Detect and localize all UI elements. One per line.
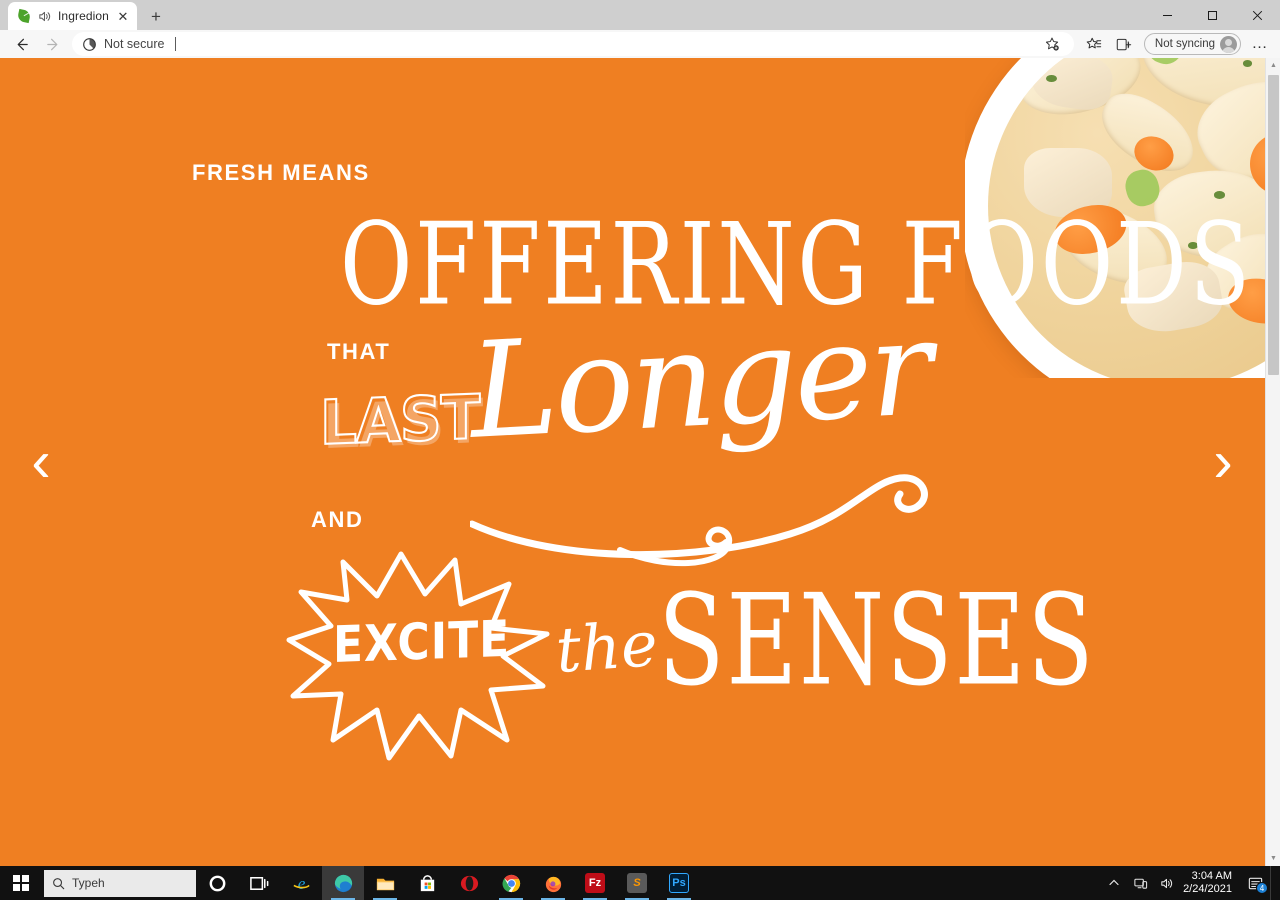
taskbar-app-file-explorer[interactable]: [364, 866, 406, 900]
hero-word-and: AND: [311, 507, 364, 532]
window-controls: [1145, 0, 1280, 30]
firefox-icon: [545, 876, 561, 892]
start-icon: [13, 875, 29, 891]
taskbar-app-cortana[interactable]: [196, 866, 238, 900]
scrollbar-thumb[interactable]: [1268, 75, 1279, 375]
page-scrollbar[interactable]: ▲ ▼: [1265, 58, 1280, 866]
folder-icon: [376, 878, 394, 890]
hero-word-that: THAT: [327, 339, 391, 364]
taskbar-app-google-chrome[interactable]: [490, 866, 532, 900]
tab-ingredion[interactable]: Ingredion ✕: [8, 2, 137, 30]
show-hidden-icons-button[interactable]: [1101, 866, 1127, 900]
settings-and-more-button[interactable]: …: [1246, 32, 1274, 56]
clock-date: 2/24/2021: [1183, 883, 1232, 895]
clock-time: 3:04 AM: [1191, 870, 1232, 882]
taskbar-app-task-view[interactable]: [238, 866, 280, 900]
hero-copy: FRESH MEANS OFFERING FOODS THAT LAST Lon…: [0, 58, 1250, 761]
taskbar-app-microsoft-store[interactable]: [406, 866, 448, 900]
taskbar-app-photoshop[interactable]: Ps: [658, 866, 700, 900]
browser-window: Ingredion ✕ + Not secure Not syncing … F…: [0, 0, 1280, 866]
taskbar-app-sublime-text[interactable]: S: [616, 866, 658, 900]
close-icon[interactable]: [1235, 0, 1280, 30]
search-icon: [52, 877, 65, 890]
back-arrow-icon[interactable]: [6, 31, 36, 57]
start-button[interactable]: [0, 866, 42, 900]
volume-icon[interactable]: [1153, 866, 1179, 900]
maximize-icon[interactable]: [1190, 0, 1235, 30]
scroll-up-arrow-icon[interactable]: ▲: [1266, 58, 1280, 73]
taskbar-clock[interactable]: 3:04 AM 2/24/2021: [1179, 870, 1240, 896]
hero-kicker: FRESH MEANS: [192, 160, 370, 185]
tab-strip: Ingredion ✕ +: [0, 0, 1280, 30]
leaf-icon: [16, 8, 32, 24]
scroll-down-arrow-icon[interactable]: ▼: [1266, 851, 1280, 866]
chrome-icon: [502, 874, 520, 892]
internet-explorer-icon: e: [292, 874, 310, 893]
add-favorite-star-icon[interactable]: [1038, 32, 1066, 56]
page-viewport: FRESH MEANS OFFERING FOODS THAT LAST Lon…: [0, 58, 1280, 866]
speaker-playing-icon[interactable]: [37, 9, 52, 24]
filezilla-icon: Fz: [585, 873, 605, 893]
store-icon: [420, 874, 434, 891]
svg-text:e: e: [297, 874, 305, 893]
carousel-next-button[interactable]: ›: [1194, 422, 1252, 502]
forward-arrow-icon[interactable]: [38, 31, 68, 57]
browser-toolbar: Not secure Not syncing …: [0, 30, 1280, 58]
notification-count-badge: 4: [1256, 882, 1268, 894]
taskbar-search-placeholder: Typeh: [72, 876, 105, 890]
favorites-list-icon[interactable]: [1080, 32, 1108, 56]
hero-word-longer: Longer: [465, 291, 934, 469]
taskbar-search-box[interactable]: Typeh: [44, 869, 196, 897]
carousel-prev-button[interactable]: ‹: [12, 422, 70, 502]
profile-sync-label: Not syncing: [1154, 38, 1215, 50]
collections-icon[interactable]: [1110, 32, 1138, 56]
new-tab-button[interactable]: +: [141, 4, 171, 30]
taskbar-app-filezilla[interactable]: Fz: [574, 866, 616, 900]
tab-title: Ingredion: [58, 9, 109, 23]
hero-word-excite: EXCITE: [333, 610, 511, 675]
action-center-button[interactable]: 4: [1240, 866, 1270, 900]
system-tray: 3:04 AM 2/24/2021 4: [1101, 866, 1280, 900]
show-desktop-button[interactable]: [1270, 866, 1276, 900]
taskbar-app-microsoft-edge[interactable]: [322, 866, 364, 900]
hero-word-the: the: [553, 607, 660, 687]
close-icon[interactable]: ✕: [115, 8, 131, 24]
hero-word-senses: SENSES: [658, 568, 1096, 714]
cortana-icon: [209, 875, 225, 891]
security-status-label: Not secure: [104, 37, 165, 51]
address-bar[interactable]: Not secure: [72, 32, 1074, 56]
taskbar-app-opera[interactable]: [448, 866, 490, 900]
omnibox-actions: [1038, 32, 1068, 56]
sublime-text-icon: S: [627, 873, 647, 893]
taskbar-app-internet-explorer[interactable]: e: [280, 866, 322, 900]
url-text-cursor: [175, 37, 177, 51]
task-view-icon: [249, 876, 268, 890]
hero-word-last: LAST: [319, 380, 480, 460]
not-secure-icon[interactable]: [82, 37, 97, 52]
profile-button[interactable]: Not syncing: [1143, 33, 1241, 55]
windows-taskbar: Typeh e Fz S Ps 3:04 AM 2/24/2021 4: [0, 866, 1280, 900]
edge-icon: [334, 874, 352, 892]
hero-slide: FRESH MEANS OFFERING FOODS THAT LAST Lon…: [0, 58, 1280, 866]
user-avatar-icon: [1220, 35, 1237, 53]
photoshop-icon: Ps: [669, 873, 689, 893]
opera-icon: [460, 875, 478, 891]
minimize-icon[interactable]: [1145, 0, 1190, 30]
network-icon[interactable]: [1127, 866, 1153, 900]
taskbar-app-mozilla-firefox[interactable]: [532, 866, 574, 900]
